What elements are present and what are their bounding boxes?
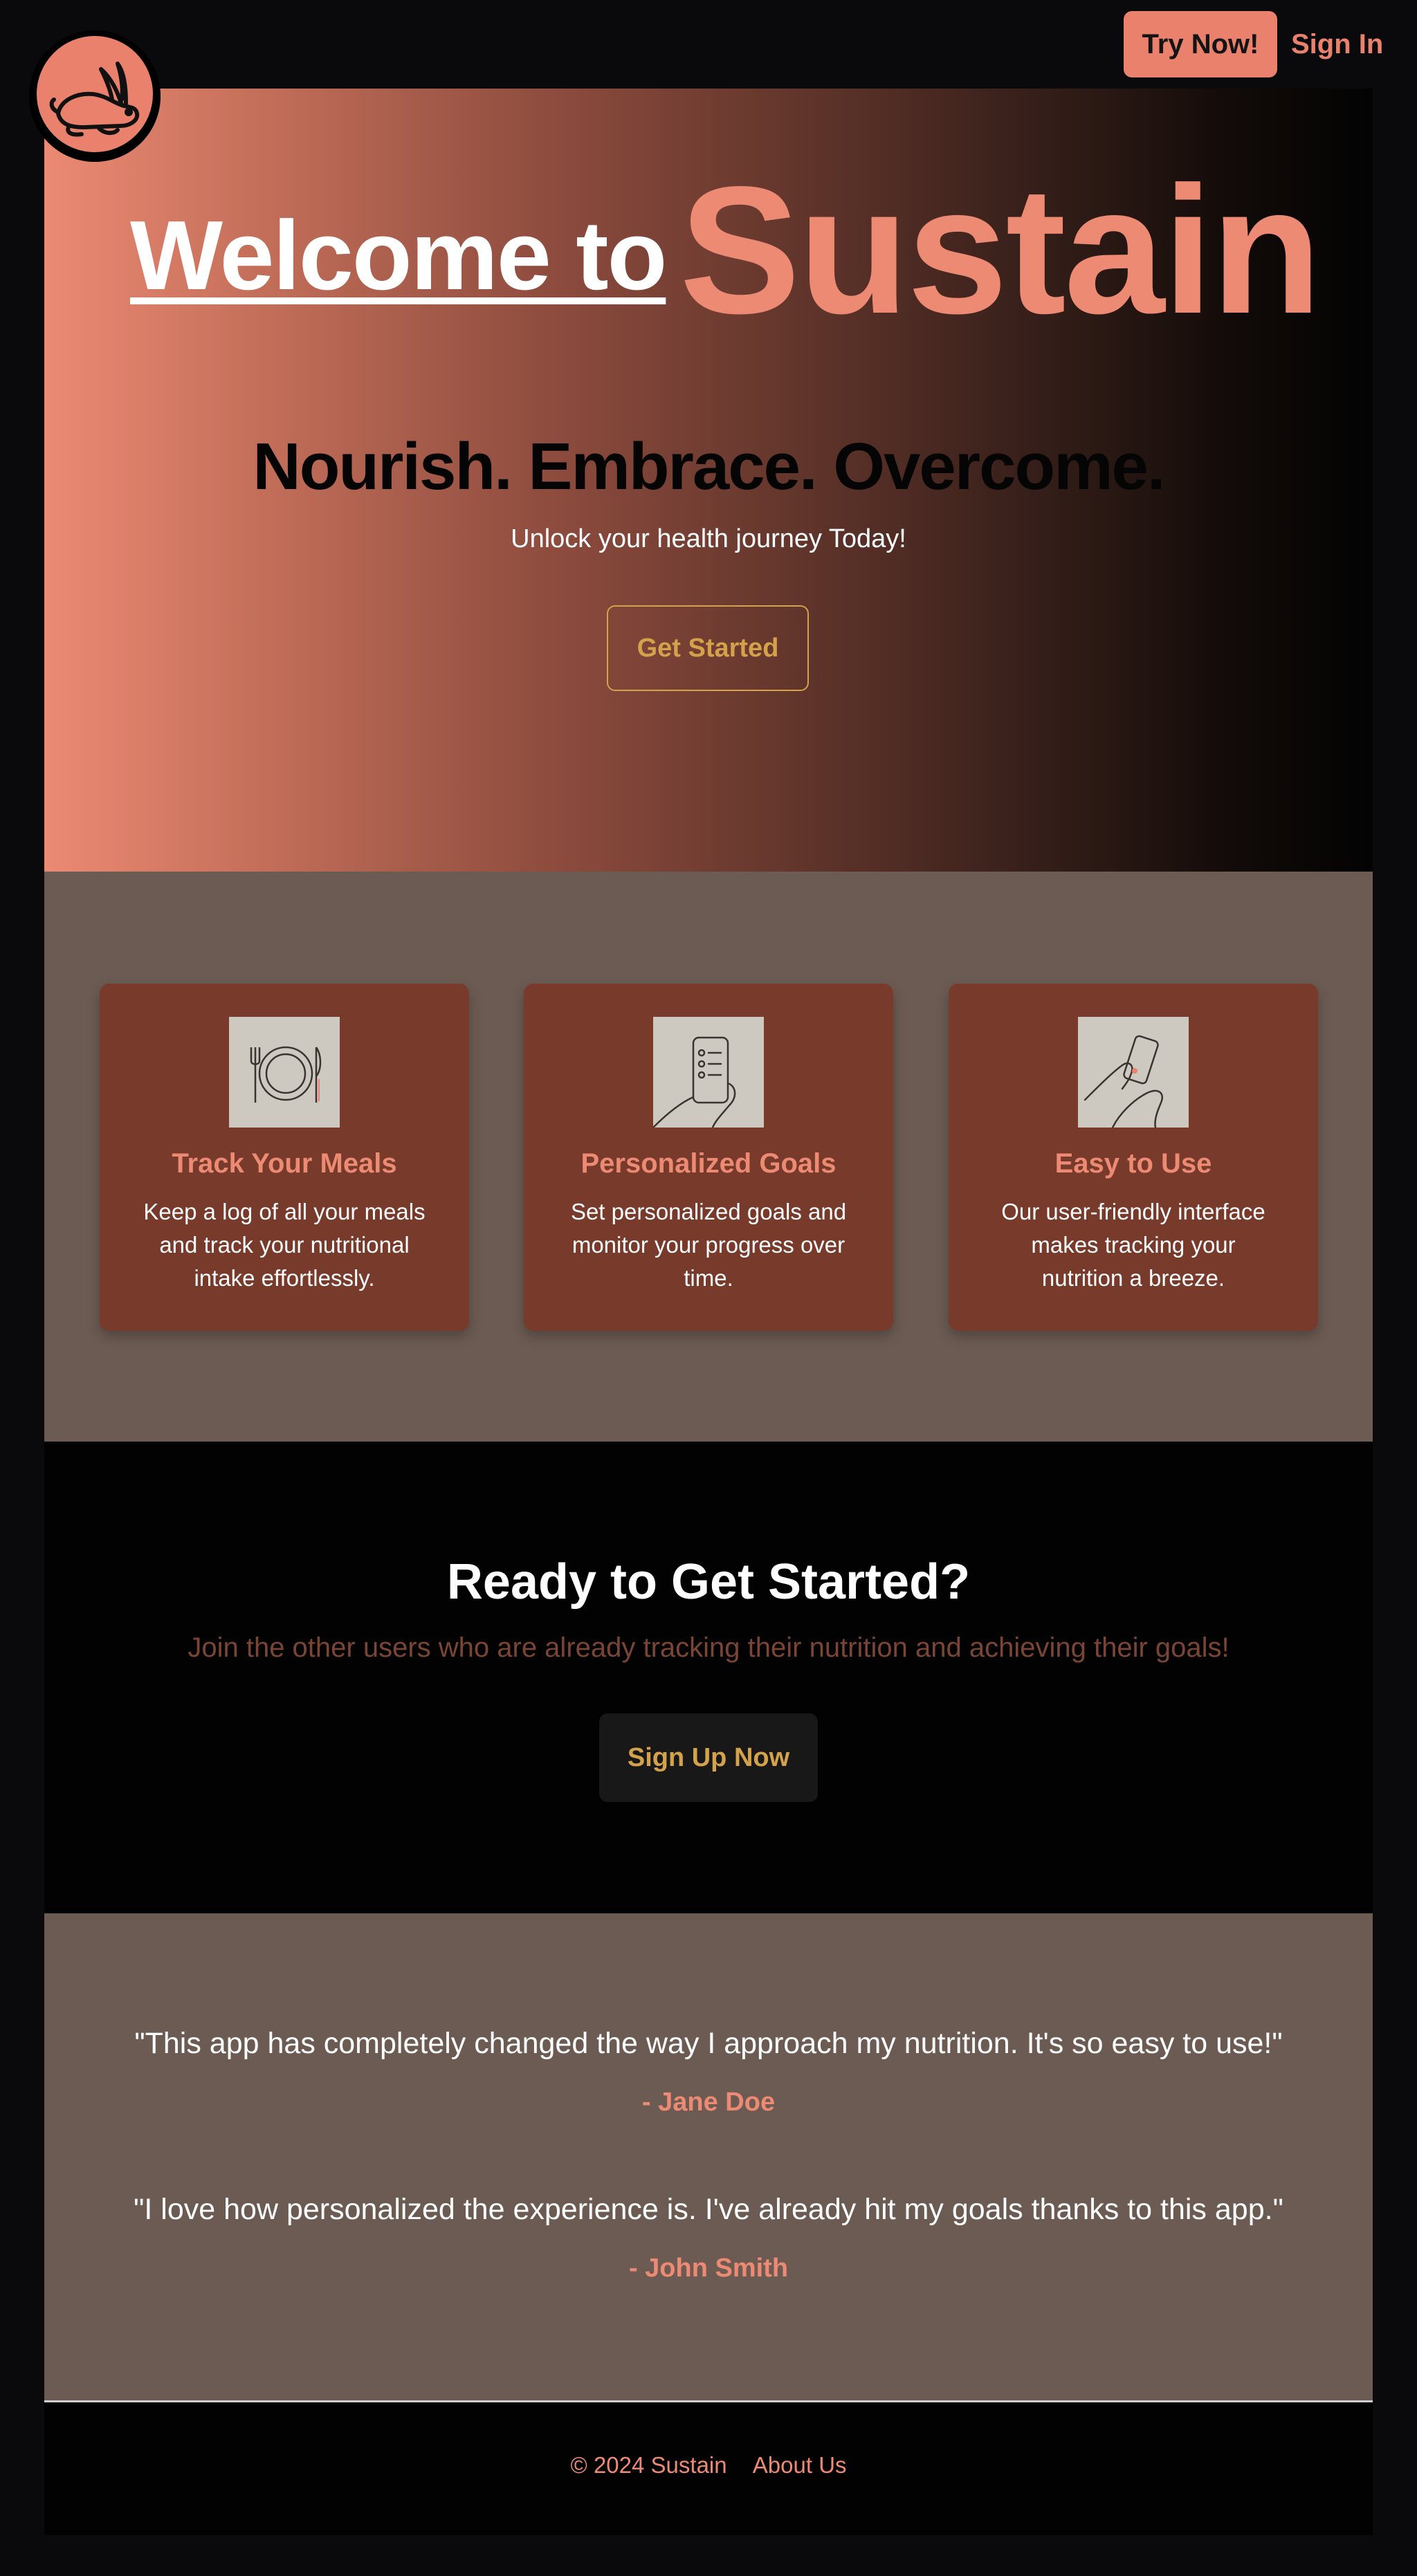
page-content: Welcome to Sustain Nourish. Embrace. Ove… bbox=[44, 89, 1373, 2535]
testimonial-author: - John Smith bbox=[628, 2254, 789, 2283]
footer: © 2024 Sustain About Us bbox=[44, 2402, 1373, 2535]
footer-copyright: © 2024 Sustain bbox=[570, 2452, 727, 2478]
feature-title: Track Your Meals bbox=[172, 1148, 397, 1179]
sign-in-link[interactable]: Sign In bbox=[1291, 11, 1383, 77]
hand-phone-icon bbox=[1078, 1017, 1189, 1129]
feature-title: Easy to Use bbox=[1054, 1148, 1212, 1179]
feature-card-track-meals: Track Your Meals Keep a log of all your … bbox=[100, 984, 469, 1331]
features-section: Track Your Meals Keep a log of all your … bbox=[44, 872, 1373, 1442]
feature-description: Keep a log of all your meals and track y… bbox=[143, 1199, 426, 1291]
feature-description: Our user-friendly interface makes tracki… bbox=[1001, 1199, 1265, 1291]
cta-section: Ready to Get Started? Join the other use… bbox=[44, 1442, 1373, 1913]
about-us-link[interactable]: About Us bbox=[753, 2452, 847, 2478]
testimonial-quote: "This app has completely changed the way… bbox=[134, 2027, 1283, 2060]
hero-tagline: Nourish. Embrace. Overcome. bbox=[253, 430, 1165, 504]
testimonial-author: - Jane Doe bbox=[641, 2088, 776, 2117]
cta-subtitle: Join the other users who are already tra… bbox=[188, 1632, 1229, 1663]
phone-checklist-icon bbox=[652, 1017, 764, 1129]
hero-welcome-heading: Welcome to bbox=[130, 201, 667, 311]
hero-section: Welcome to Sustain Nourish. Embrace. Ove… bbox=[44, 89, 1373, 872]
plate-utensils-icon bbox=[229, 1017, 340, 1128]
try-now-button[interactable]: Try Now! bbox=[1124, 11, 1277, 77]
feature-card-easy-to-use: Easy to Use Our user-friendly interface … bbox=[949, 984, 1318, 1331]
feature-description: Set personalized goals and monitor your … bbox=[570, 1199, 847, 1291]
hero-brand-name: Sustain bbox=[679, 149, 1322, 351]
get-started-button[interactable]: Get Started bbox=[607, 605, 809, 691]
hero-subtitle: Unlock your health journey Today! bbox=[511, 524, 906, 553]
rabbit-logo-icon[interactable] bbox=[29, 30, 161, 162]
cta-title: Ready to Get Started? bbox=[446, 1554, 971, 1610]
testimonial-quote: "I love how personalized the experience … bbox=[134, 2193, 1283, 2226]
testimonials-section: "This app has completely changed the way… bbox=[44, 1913, 1373, 2402]
feature-card-personalized-goals: Personalized Goals Set personalized goal… bbox=[524, 984, 893, 1331]
sign-up-now-button[interactable]: Sign Up Now bbox=[599, 1713, 818, 1802]
feature-title: Personalized Goals bbox=[580, 1148, 837, 1179]
footer-row: © 2024 Sustain About Us bbox=[44, 2452, 1373, 2478]
